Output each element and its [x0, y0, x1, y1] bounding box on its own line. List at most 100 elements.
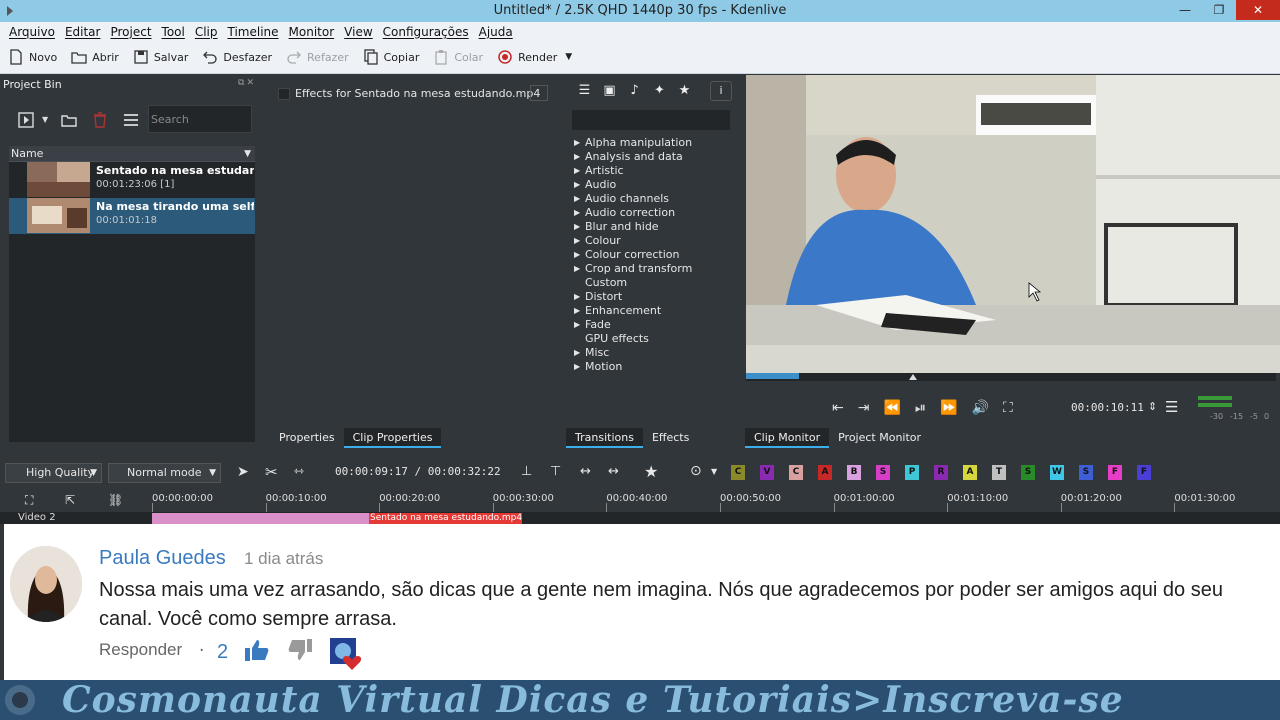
chevron-down-icon[interactable]: ▼	[42, 115, 48, 124]
playhead-marker[interactable]	[909, 374, 917, 380]
info-icon[interactable]: i	[710, 81, 732, 101]
expand-arrow-icon[interactable]: ▶	[574, 136, 580, 150]
favorite-star-icon[interactable]: ★	[644, 462, 658, 481]
expand-arrow-icon[interactable]: ▶	[574, 206, 580, 220]
play-icon[interactable]: ⏯	[915, 400, 926, 416]
maximize-button[interactable]: ❐	[1202, 0, 1236, 20]
effect-button-s[interactable]: S	[876, 465, 890, 480]
expand-arrow-icon[interactable]: ▶	[574, 192, 580, 206]
effect-category-blur-and-hide[interactable]: ▶ Blur and hide	[572, 220, 692, 234]
add-clip-icon[interactable]	[17, 111, 35, 129]
folder-icon[interactable]	[60, 111, 78, 129]
effect-category-audio-channels[interactable]: ▶ Audio channels	[572, 192, 692, 206]
minimize-button[interactable]: —	[1168, 0, 1202, 20]
name-column-header[interactable]: Name ▼	[9, 146, 255, 162]
effect-category-alpha-manipulation[interactable]: ▶ Alpha manipulation	[572, 136, 692, 150]
mode-select[interactable]: Normal mode ▼	[108, 463, 221, 483]
effect-category-colour[interactable]: ▶ Colour	[572, 234, 692, 248]
video-effects-icon[interactable]: ▣	[597, 83, 622, 98]
chevron-down-icon[interactable]: ▼	[711, 467, 717, 476]
monitor-seek-bar[interactable]	[746, 373, 1276, 381]
audio-effects-icon[interactable]: ♪	[622, 83, 647, 98]
menu-icon[interactable]	[122, 111, 140, 129]
redo-button[interactable]: Refazer	[286, 49, 349, 65]
expand-arrow-icon[interactable]: ▶	[574, 262, 580, 276]
fit-zoom-icon[interactable]: ⛶	[25, 493, 33, 508]
effect-button-a[interactable]: A	[963, 465, 977, 480]
list-item[interactable]: Na mesa tirando uma selfie cor 00:01:01:…	[9, 198, 255, 234]
link-icon[interactable]: ⛓	[108, 493, 123, 507]
quality-select[interactable]: High Quality ▼	[5, 463, 102, 483]
effect-category-colour-correction[interactable]: ▶ Colour correction	[572, 248, 692, 262]
effect-button-p[interactable]: P	[905, 465, 919, 480]
undo-button[interactable]: Desfazer	[202, 49, 272, 65]
project-bin-search-input[interactable]: Search	[148, 105, 252, 133]
effect-category-analysis-and-data[interactable]: ▶ Analysis and data	[572, 150, 692, 164]
new-button[interactable]: Novo	[8, 49, 57, 65]
razor-tool-icon[interactable]: ✂	[265, 463, 278, 481]
copy-button[interactable]: Copiar	[363, 49, 419, 65]
effect-button-w[interactable]: W	[1050, 465, 1064, 480]
effect-button-s[interactable]: S	[1079, 465, 1093, 480]
expand-arrow-icon[interactable]: ▶	[574, 304, 580, 318]
effect-button-c[interactable]: C	[789, 465, 803, 480]
forward-icon[interactable]: ⏩	[940, 400, 957, 416]
tab-properties[interactable]: Properties	[270, 428, 344, 448]
menu-view[interactable]: View	[344, 25, 372, 39]
thumbs-down-icon[interactable]	[287, 638, 313, 662]
comment-timestamp[interactable]: 1 dia atrás	[244, 549, 323, 569]
effect-category-gpu-effects[interactable]: GPU effects	[572, 332, 692, 346]
menu-arquivo[interactable]: Arquivo	[9, 25, 55, 39]
effect-category-misc[interactable]: ▶ Misc	[572, 346, 692, 360]
chevron-down-icon[interactable]: ▼	[565, 52, 572, 62]
rewind-icon[interactable]: ⏪	[883, 400, 900, 416]
tab-clip-properties[interactable]: Clip Properties	[343, 428, 442, 448]
effect-category-crop-and-transform[interactable]: ▶ Crop and transform	[572, 262, 692, 276]
volume-icon[interactable]: 🔊	[972, 400, 989, 416]
tab-project-monitor[interactable]: Project Monitor	[829, 428, 930, 448]
effect-stack-options-button[interactable]	[530, 85, 548, 101]
expand-arrow-icon[interactable]: ▶	[574, 164, 580, 178]
menu-timeline[interactable]: Timeline	[228, 25, 279, 39]
overwrite-icon[interactable]: ⊤	[550, 464, 561, 479]
menu-project[interactable]: Project	[110, 25, 151, 39]
expand-arrow-icon[interactable]: ▶	[574, 234, 580, 248]
expand-arrow-icon[interactable]: ▶	[574, 150, 580, 164]
spinner-arrows-icon[interactable]: ⇕	[1148, 400, 1157, 413]
extract-icon[interactable]: ↔	[580, 464, 591, 479]
effect-category-distort[interactable]: ▶ Distort	[572, 290, 692, 304]
list-item[interactable]: Sentado na mesa estudando.m 00:01:23:06 …	[9, 162, 255, 198]
effect-button-f[interactable]: F	[1108, 465, 1122, 480]
render-button[interactable]: Render ▼	[497, 49, 572, 65]
comment-author[interactable]: Paula Guedes	[99, 547, 226, 570]
effect-button-r[interactable]: R	[934, 465, 948, 480]
effect-category-artistic[interactable]: ▶ Artistic	[572, 164, 692, 178]
effect-button-f[interactable]: F	[1137, 465, 1151, 480]
custom-effects-icon[interactable]: ✦	[647, 83, 672, 98]
effect-button-a[interactable]: A	[818, 465, 832, 480]
tab-effects[interactable]: Effects	[643, 428, 698, 448]
menu-monitor[interactable]: Monitor	[289, 25, 335, 39]
list-view-icon[interactable]: ☰	[572, 83, 597, 98]
compositing-icon[interactable]: ⊙	[690, 463, 702, 479]
effect-category-fade[interactable]: ▶ Fade	[572, 318, 692, 332]
timeline-ruler[interactable]: ⛶ ⇱ ⛓ 00:00:00:00 00:00:10:00 00:00:20:00 0…	[0, 490, 1280, 512]
paste-button[interactable]: Colar	[433, 49, 483, 65]
effect-category-enhancement[interactable]: ▶ Enhancement	[572, 304, 692, 318]
select-tool-icon[interactable]: ➤	[237, 464, 249, 480]
lift-icon[interactable]: ↔	[608, 464, 619, 479]
menu-editar[interactable]: Editar	[65, 25, 101, 39]
tab-clip-monitor[interactable]: Clip Monitor	[745, 428, 830, 448]
timeline-clip[interactable]: Sentado na mesa estudando.mp4	[152, 513, 522, 524]
effect-category-audio-correction[interactable]: ▶ Audio correction	[572, 206, 692, 220]
effect-button-t[interactable]: T	[992, 465, 1006, 480]
save-button[interactable]: Salvar	[133, 49, 188, 65]
effect-button-s[interactable]: S	[1021, 465, 1035, 480]
effect-category-custom[interactable]: Custom	[572, 276, 692, 290]
effect-button-c[interactable]: C	[731, 465, 745, 480]
effects-search-input[interactable]	[572, 110, 730, 130]
effect-button-b[interactable]: B	[847, 465, 861, 480]
reply-button[interactable]: Responder	[99, 640, 182, 660]
expand-arrow-icon[interactable]: ▶	[574, 220, 580, 234]
menu-ajuda[interactable]: Ajuda	[479, 25, 513, 39]
